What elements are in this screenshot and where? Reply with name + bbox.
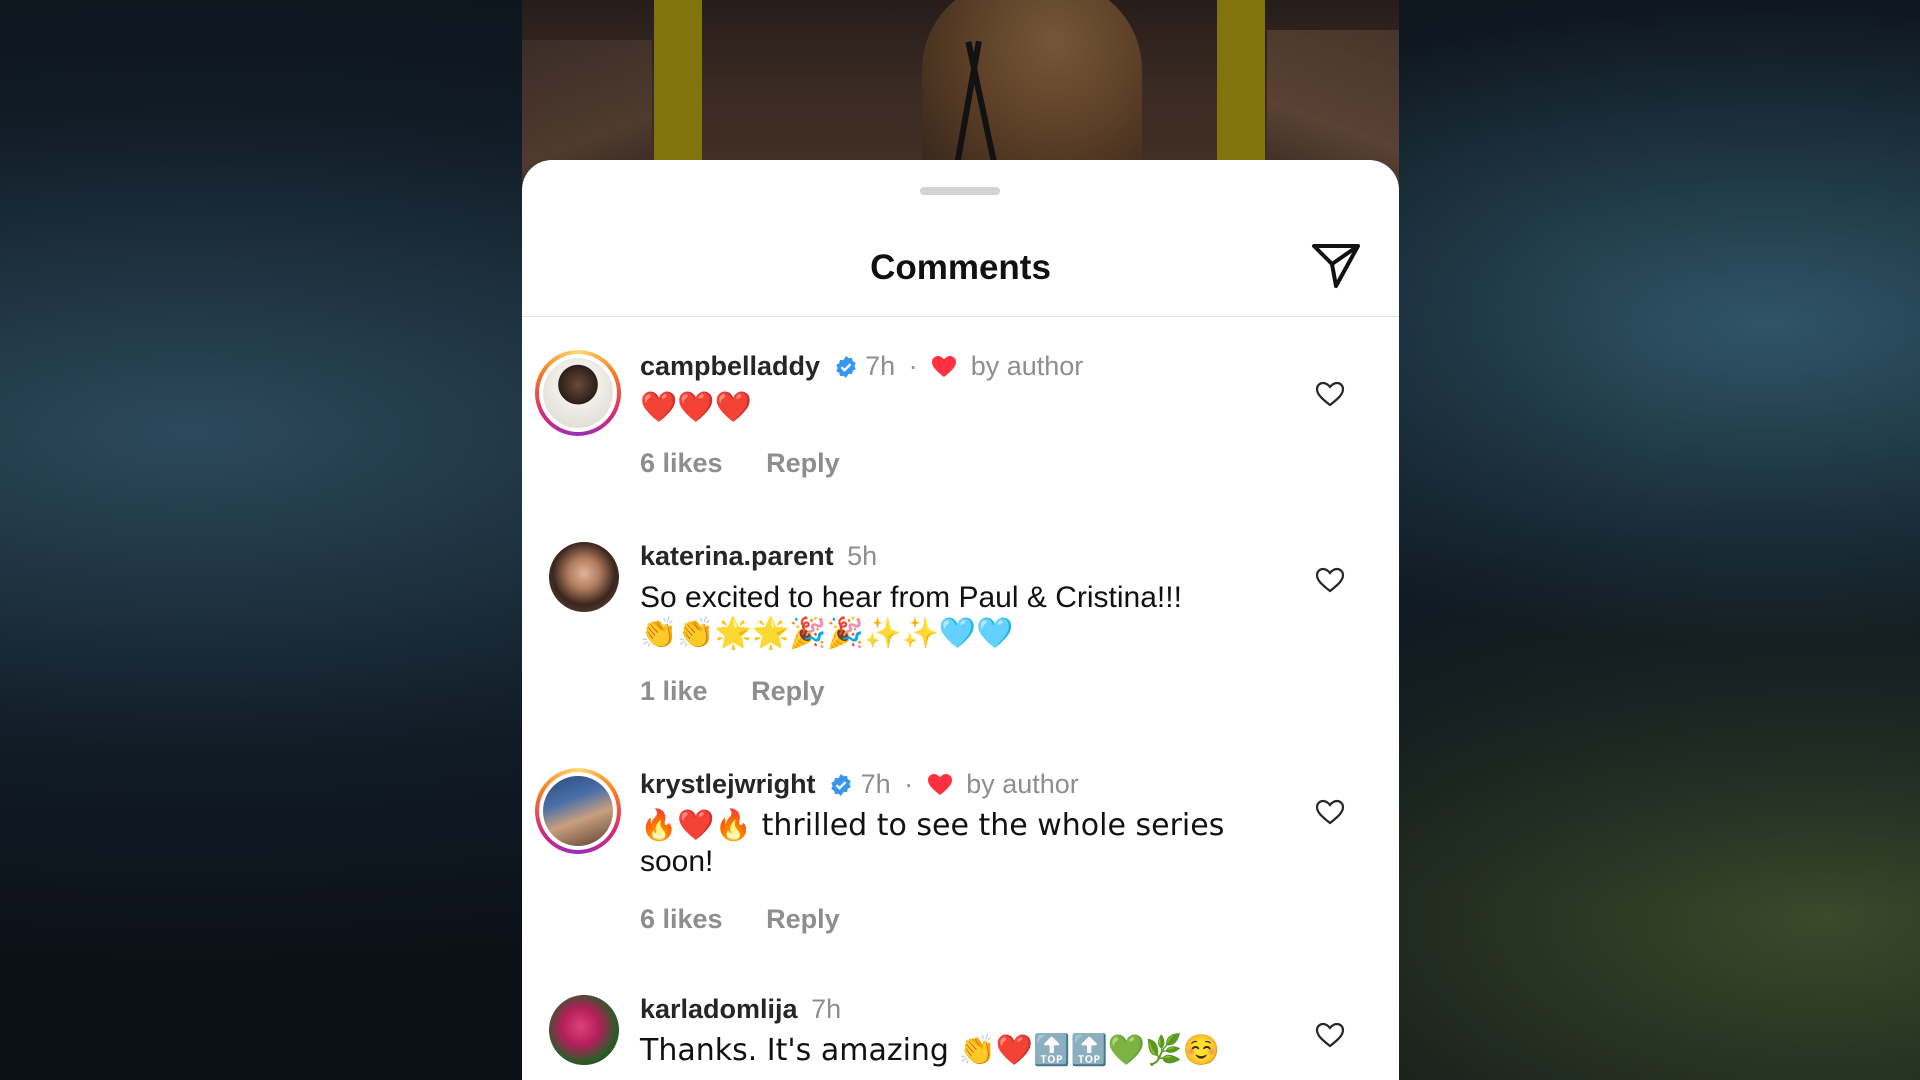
comment-actions: 6 likes Reply bbox=[640, 448, 876, 479]
liked-by-author-label: by author bbox=[970, 351, 1084, 381]
heart-icon bbox=[927, 774, 952, 795]
avatar[interactable] bbox=[549, 995, 619, 1065]
drag-handle[interactable] bbox=[920, 187, 1000, 195]
like-heart-icon[interactable] bbox=[1315, 380, 1345, 408]
comment-time: 7h bbox=[865, 351, 896, 381]
comment-actions: 1 like Reply bbox=[640, 676, 861, 707]
comment-text: So excited to hear from Paul & Cristina!… bbox=[640, 581, 1182, 614]
comment-text: 🔥❤️🔥 thrilled to see the whole series bbox=[640, 808, 1225, 843]
like-heart-icon[interactable] bbox=[1315, 566, 1345, 594]
comment-text-emojis: 👏👏🌟🌟🎉🎉✨✨🩵🩵 bbox=[640, 616, 1014, 651]
avatar bbox=[543, 776, 613, 846]
reply-button[interactable]: Reply bbox=[766, 904, 840, 934]
verified-badge-icon bbox=[835, 356, 856, 378]
comment-time: 7h bbox=[860, 769, 891, 799]
comments-sheet: Comments campbelladdy 7h · by author ❤️❤… bbox=[522, 160, 1399, 1080]
likes-count[interactable]: 6 likes bbox=[640, 448, 723, 478]
comment-header: karladomlija 7h bbox=[640, 993, 841, 1025]
liked-by-author-label: by author bbox=[966, 769, 1079, 799]
comment-header: campbelladdy 7h · by author bbox=[640, 350, 1083, 382]
comment-text-continued: soon! bbox=[640, 845, 714, 878]
heart-icon bbox=[932, 356, 957, 377]
comment-header: krystlejwright 7h · by author bbox=[640, 768, 1079, 800]
username[interactable]: campbelladdy bbox=[640, 351, 820, 381]
comment-time: 7h bbox=[811, 994, 842, 1024]
separator-dot: · bbox=[904, 769, 914, 799]
header-divider bbox=[522, 316, 1399, 317]
comment-time: 5h bbox=[847, 541, 878, 571]
username[interactable]: karladomlija bbox=[640, 994, 798, 1024]
sheet-title: Comments bbox=[870, 248, 1051, 287]
comment-text: Thanks. It's amazing 👏❤️🔝🔝💚🌿☺️ bbox=[640, 1033, 1220, 1068]
verified-badge-icon bbox=[831, 774, 851, 796]
send-icon[interactable] bbox=[1310, 240, 1362, 290]
likes-count[interactable]: 6 likes bbox=[640, 904, 723, 934]
avatar-story-ring[interactable] bbox=[535, 768, 621, 854]
separator-dot: · bbox=[908, 351, 918, 381]
username[interactable]: krystlejwright bbox=[640, 769, 816, 799]
comment-text: ❤️❤️❤️ bbox=[640, 390, 753, 425]
reply-button[interactable]: Reply bbox=[751, 676, 825, 706]
comment-header: katerina.parent 5h bbox=[640, 540, 877, 572]
like-heart-icon[interactable] bbox=[1315, 1021, 1345, 1049]
reply-button[interactable]: Reply bbox=[766, 448, 840, 478]
like-heart-icon[interactable] bbox=[1315, 798, 1345, 826]
avatar bbox=[543, 358, 613, 428]
username[interactable]: katerina.parent bbox=[640, 541, 834, 571]
avatar[interactable] bbox=[549, 542, 619, 612]
likes-count[interactable]: 1 like bbox=[640, 676, 708, 706]
avatar-story-ring[interactable] bbox=[535, 350, 621, 436]
comment-actions: 6 likes Reply bbox=[640, 904, 876, 935]
